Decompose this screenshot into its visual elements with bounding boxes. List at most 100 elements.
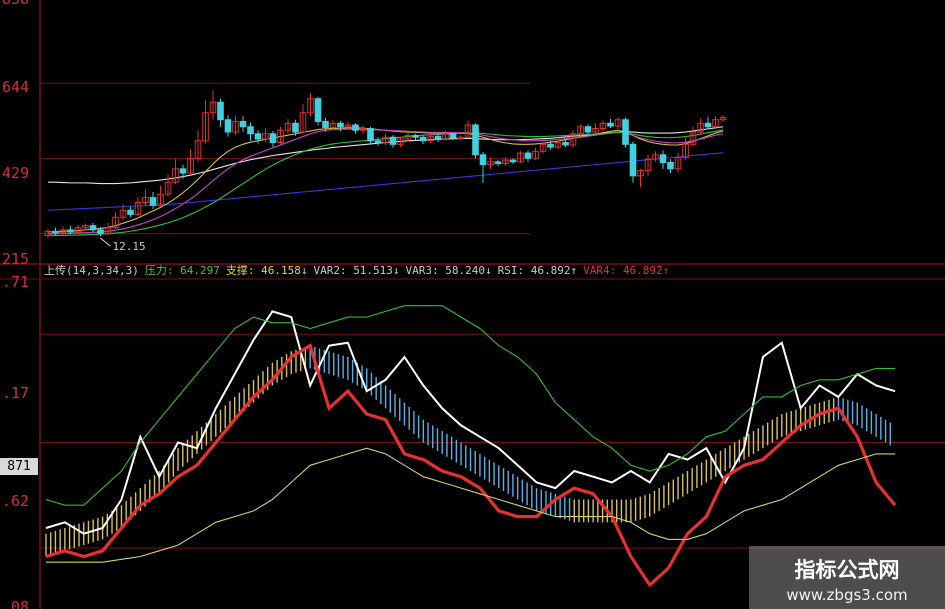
- candle: [284, 119, 292, 134]
- candle: [52, 227, 59, 236]
- candle: [674, 152, 682, 173]
- candle: [419, 135, 427, 145]
- candle-body: [607, 122, 614, 127]
- candle-body: [337, 122, 344, 128]
- candle: [622, 117, 629, 148]
- candle: [149, 191, 157, 209]
- candle: [532, 147, 539, 161]
- candle-body: [659, 154, 667, 164]
- candle: [74, 224, 82, 234]
- candle: [659, 150, 667, 169]
- candle: [479, 152, 487, 183]
- legend-label: VAR4: 46.892↑: [583, 264, 670, 277]
- candle: [194, 130, 202, 162]
- candle: [472, 123, 479, 159]
- candle: [217, 98, 224, 127]
- candle: [209, 90, 217, 120]
- candle-body: [584, 126, 592, 133]
- candle: [719, 115, 727, 122]
- candle: [224, 115, 232, 137]
- candle-body: [412, 135, 419, 138]
- candle: [434, 134, 442, 143]
- candle: [599, 120, 607, 131]
- indicator-tick-label: .17: [2, 384, 29, 402]
- candle-body: [562, 142, 569, 146]
- candle: [142, 189, 149, 206]
- candle: [584, 124, 592, 135]
- candle: [457, 135, 464, 140]
- candle: [269, 130, 277, 148]
- legend-label: RSI: 46.892↑: [497, 264, 578, 277]
- candle: [299, 104, 307, 134]
- candle: [367, 126, 374, 145]
- candle-body: [704, 122, 712, 128]
- candle: [614, 117, 622, 129]
- candle: [637, 168, 644, 188]
- candle: [89, 222, 97, 232]
- candle-body: [479, 154, 487, 166]
- candle-body: [629, 143, 637, 177]
- candle: [494, 159, 502, 167]
- low-marker-line: [100, 237, 111, 247]
- candle-body: [434, 136, 442, 140]
- current-value-box: 871: [0, 458, 38, 475]
- candle: [644, 154, 652, 176]
- candle: [389, 135, 397, 148]
- indicator-legend: 上传(14,3,34,3) 压力: 64.297 支撑: 46.158↓ VAR2: …: [44, 263, 675, 279]
- candlestick-panel: 12.15: [40, 82, 727, 253]
- price-tick-label: 429: [2, 164, 29, 182]
- price-tick-label: 215: [2, 250, 29, 268]
- price-tick-label: 644: [2, 78, 29, 96]
- candle: [629, 141, 637, 183]
- legend-label: 压力: 64.297: [144, 264, 220, 277]
- candle: [464, 120, 472, 139]
- candle: [239, 116, 247, 132]
- candle-body: [667, 162, 674, 170]
- watermark: 指标公式网 www.zbgs3.com: [749, 546, 945, 609]
- candle-body: [389, 136, 397, 145]
- candle: [652, 151, 659, 162]
- candle-body: [224, 119, 232, 133]
- candle-body: [419, 136, 427, 142]
- candle-body: [367, 128, 374, 142]
- candle: [539, 142, 547, 154]
- legend-label: VAR2: 51.513↓: [313, 264, 400, 277]
- candle-body: [472, 124, 479, 156]
- candle: [592, 123, 599, 134]
- candle-body: [217, 101, 224, 121]
- candle-body: [149, 197, 157, 206]
- candle: [247, 122, 254, 141]
- candle-body: [67, 229, 74, 233]
- candle: [697, 118, 704, 134]
- candle: [127, 206, 134, 218]
- candle-body: [254, 133, 262, 140]
- legend-label: 支撑: 46.158↓: [225, 264, 308, 277]
- candle-body: [449, 133, 457, 139]
- candle: [187, 149, 194, 176]
- candle-body: [97, 229, 104, 234]
- candle-body: [52, 230, 59, 234]
- indicator-panel: [40, 305, 945, 588]
- candle: [412, 133, 419, 141]
- candle: [704, 116, 712, 130]
- price-tick-label: 858: [2, 0, 29, 8]
- candle: [487, 157, 494, 169]
- watermark-url: www.zbgs3.com: [786, 586, 908, 604]
- candle: [689, 126, 697, 147]
- candle-body: [179, 168, 187, 174]
- indicator-tick-label: .62: [2, 492, 29, 510]
- candle: [104, 222, 112, 236]
- candle: [667, 159, 674, 174]
- indicator-tick-label: .71: [2, 273, 29, 291]
- candle-body: [622, 119, 629, 145]
- legend-label: VAR3: 58.240↓: [405, 264, 492, 277]
- candle: [374, 137, 382, 146]
- candle-body: [547, 143, 554, 148]
- y-axis-labels: 858 644 429 215 .71 .17 .62 .08: [2, 0, 29, 609]
- moving-average-line: [48, 129, 724, 237]
- legend-label: 上传(14,3,34,3): [44, 264, 139, 277]
- candle: [157, 185, 164, 207]
- indicator-tick-label: .08: [2, 598, 29, 609]
- candle: [172, 159, 179, 185]
- candle-body: [89, 225, 97, 231]
